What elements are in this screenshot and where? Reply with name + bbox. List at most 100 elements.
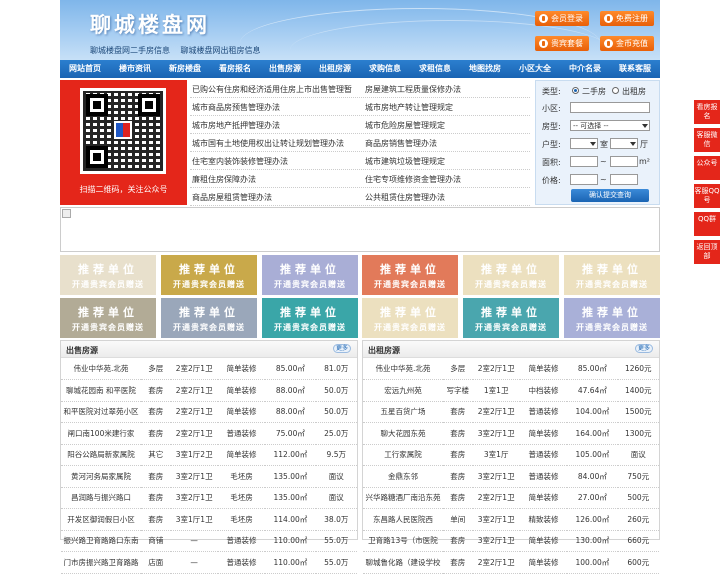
- listing-name-link[interactable]: 金鼎东邻: [363, 465, 443, 488]
- listing-name-link[interactable]: 开发区御润假日小区: [61, 508, 141, 531]
- table-row[interactable]: 门市房振兴路卫育路路 店面 — 普通装修 110.00㎡ 55.0万: [61, 551, 357, 574]
- promo-tile[interactable]: 推荐单位 开通贵宾会员赠送: [564, 255, 660, 295]
- listing-name-link[interactable]: 阳谷公路局新家属院: [61, 444, 141, 466]
- nav-for-rent[interactable]: 出租房源: [310, 60, 360, 78]
- table-row[interactable]: 工行家属院 套房 3室1厅 普通装修 105.00㎡ 面议: [363, 444, 659, 466]
- submit-search-button[interactable]: 确认提交查询: [571, 189, 649, 202]
- promo-tile[interactable]: 推荐单位 开通贵宾会员赠送: [161, 255, 257, 295]
- nav-viewing-signup[interactable]: 看房报名: [210, 60, 260, 78]
- table-row[interactable]: 宏远九州苑 写字楼 1室1卫 中档装修 47.64㎡ 1400元: [363, 379, 659, 402]
- table-row[interactable]: 五星百货广场 套房 2室2厅1卫 普通装修 104.00㎡ 1500元: [363, 401, 659, 423]
- nav-home[interactable]: 网站首页: [60, 60, 110, 78]
- table-row[interactable]: 阳谷公路局新家属院 其它 3室1厅2卫 简单装修 112.00㎡ 9.5万: [61, 444, 357, 466]
- area-min-input[interactable]: [570, 156, 598, 167]
- policy-link[interactable]: 城市房地产转让管理规定: [365, 102, 453, 113]
- policy-link[interactable]: 商品房屋租赁管理办法: [192, 192, 272, 203]
- listing-name-link[interactable]: 伟业中华苑.北苑: [61, 358, 141, 380]
- policy-link[interactable]: 城市危险房屋管理规定: [365, 120, 445, 131]
- nav-news[interactable]: 楼市资讯: [110, 60, 160, 78]
- policy-link[interactable]: 房屋建筑工程质量保修办法: [365, 84, 461, 95]
- policy-link[interactable]: 城市建筑垃圾管理规定: [365, 156, 445, 167]
- promo-tile[interactable]: 推荐单位 开通贵宾会员赠送: [262, 255, 358, 295]
- listing-name-link[interactable]: 东昌路人民医院西: [363, 508, 443, 531]
- table-row[interactable]: 振兴路卫育路路口东南 商铺 — 普通装修 110.00㎡ 55.0万: [61, 530, 357, 552]
- listing-name-link[interactable]: 聊城鲁化路（建设学校: [363, 551, 443, 574]
- table-row[interactable]: 伟业中华苑.北苑 多层 2室2厅1卫 简单装修 85.00㎡ 81.0万: [61, 358, 357, 380]
- listing-name-link[interactable]: 黄河河务局家属院: [61, 465, 141, 488]
- community-input[interactable]: [570, 102, 650, 113]
- promo-tile[interactable]: 推荐单位 开通贵宾会员赠送: [564, 298, 660, 338]
- wechat-support-float[interactable]: 客服微信: [694, 128, 720, 152]
- listing-name-link[interactable]: 卫育路13号（市医院: [363, 530, 443, 552]
- table-row[interactable]: 伟业中华苑.北苑 多层 2室2厅1卫 简单装修 85.00㎡ 1260元: [363, 358, 659, 380]
- viewing-signup-float[interactable]: 看房报名: [694, 100, 720, 124]
- more-button[interactable]: 更多: [635, 344, 653, 353]
- table-row[interactable]: 黄河河务局家属院 套房 3室2厅1卫 毛坯房 135.00㎡ 面议: [61, 465, 357, 488]
- hall-select[interactable]: [610, 138, 638, 149]
- listing-name-link[interactable]: 昌润路与振兴路口: [61, 487, 141, 509]
- free-register-button[interactable]: 免费注册: [600, 11, 654, 26]
- promo-tile[interactable]: 推荐单位 开通贵宾会员赠送: [362, 255, 458, 295]
- nav-agents[interactable]: 中介名录: [560, 60, 610, 78]
- table-row[interactable]: 闸口南100米建行家 套房 2室2厅1卫 普通装修 75.00㎡ 25.0万: [61, 422, 357, 445]
- qq-group-float[interactable]: QQ群: [694, 212, 720, 236]
- room-select[interactable]: [570, 138, 598, 149]
- site-title[interactable]: 聊城楼盘网: [90, 9, 210, 39]
- nav-support[interactable]: 联系客服: [610, 60, 660, 78]
- house-type-select[interactable]: -- 可选择 --: [570, 120, 650, 131]
- nav-map-search[interactable]: 地图找房: [460, 60, 510, 78]
- listing-name-link[interactable]: 兴华路糖酒厂南沿东苑: [363, 487, 443, 509]
- table-row[interactable]: 卫育路13号（市医院 套房 3室2厅1卫 简单装修 130.00㎡ 660元: [363, 530, 659, 552]
- policy-link[interactable]: 廉租住房保障办法: [192, 174, 256, 185]
- policy-link[interactable]: 公共租赁住房管理办法: [365, 192, 445, 203]
- listing-name-link[interactable]: 振兴路卫育路路口东南: [61, 530, 141, 552]
- nav-for-sale[interactable]: 出售房源: [260, 60, 310, 78]
- policy-link[interactable]: 住宅室内装饰装修管理办法: [192, 156, 288, 167]
- listing-name-link[interactable]: 和平医院对过翠苑小区: [61, 401, 141, 423]
- listing-name-link[interactable]: 闸口南100米建行家: [61, 422, 141, 445]
- listing-name-link[interactable]: 工行家属院: [363, 444, 443, 466]
- table-row[interactable]: 金鼎东邻 套房 3室2厅1卫 普通装修 84.00㎡ 750元: [363, 465, 659, 488]
- back-to-top-float[interactable]: 返回顶部: [694, 240, 720, 264]
- policy-link[interactable]: 已购公有住房和经济适用住房上市出售管理暂: [192, 84, 352, 95]
- policy-link[interactable]: 住宅专项维修资金管理办法: [365, 174, 461, 185]
- listing-name-link[interactable]: 聊大花园东苑: [363, 422, 443, 445]
- nav-communities[interactable]: 小区大全: [510, 60, 560, 78]
- nav-new-homes[interactable]: 新房楼盘: [160, 60, 210, 78]
- listing-name-link[interactable]: 门市房振兴路卫育路路: [61, 551, 141, 574]
- radio-rent[interactable]: [612, 87, 619, 94]
- promo-tile[interactable]: 推荐单位 开通贵宾会员赠送: [60, 298, 156, 338]
- subtitle-link-sale[interactable]: 聊城楼盘网二手房信息: [90, 46, 170, 55]
- listing-name-link[interactable]: 聊城花园南 和平医院: [61, 379, 141, 402]
- listing-name-link[interactable]: 宏远九州苑: [363, 379, 443, 402]
- member-login-button[interactable]: 会员登录: [535, 11, 589, 26]
- policy-link[interactable]: 城市国有土地使用权出让转让规划管理办法: [192, 138, 344, 149]
- nav-want-rent[interactable]: 求租信息: [410, 60, 460, 78]
- price-min-input[interactable]: [570, 174, 598, 185]
- table-row[interactable]: 开发区御润假日小区 套房 3室1厅1卫 毛坯房 114.00㎡ 38.0万: [61, 508, 357, 531]
- official-account-float[interactable]: 公众号: [694, 156, 720, 180]
- table-row[interactable]: 东昌路人民医院西 单间 3室2厅1卫 精致装修 126.00㎡ 260元: [363, 508, 659, 531]
- listing-name-link[interactable]: 伟业中华苑.北苑: [363, 358, 443, 380]
- ad-banner[interactable]: [60, 207, 660, 252]
- table-row[interactable]: 聊城鲁化路（建设学校 套房 2室2厅1卫 简单装修 100.00㎡ 600元: [363, 551, 659, 574]
- promo-tile[interactable]: 推荐单位 开通贵宾会员赠送: [463, 298, 559, 338]
- table-row[interactable]: 聊城花园南 和平医院 套房 2室2厅1卫 简单装修 88.00㎡ 50.0万: [61, 379, 357, 402]
- price-max-input[interactable]: [610, 174, 638, 185]
- promo-tile[interactable]: 推荐单位 开通贵宾会员赠送: [161, 298, 257, 338]
- policy-link[interactable]: 商品房销售管理办法: [365, 138, 437, 149]
- vip-package-button[interactable]: 贵宾套餐: [535, 36, 589, 51]
- coin-recharge-button[interactable]: 金币充值: [600, 36, 654, 51]
- promo-tile[interactable]: 推荐单位 开通贵宾会员赠送: [362, 298, 458, 338]
- promo-tile[interactable]: 推荐单位 开通贵宾会员赠送: [463, 255, 559, 295]
- listing-name-link[interactable]: 五星百货广场: [363, 401, 443, 423]
- policy-link[interactable]: 城市房地产抵押管理办法: [192, 120, 280, 131]
- table-row[interactable]: 聊大花园东苑 套房 3室2厅1卫 简单装修 164.00㎡ 1300元: [363, 422, 659, 445]
- promo-tile[interactable]: 推荐单位 开通贵宾会员赠送: [262, 298, 358, 338]
- table-row[interactable]: 兴华路糖酒厂南沿东苑 套房 2室2厅1卫 简单装修 27.00㎡ 500元: [363, 487, 659, 509]
- qq-support-float[interactable]: 客服QQ号: [694, 184, 720, 208]
- promo-tile[interactable]: 推荐单位 开通贵宾会员赠送: [60, 255, 156, 295]
- more-button[interactable]: 更多: [333, 344, 351, 353]
- table-row[interactable]: 和平医院对过翠苑小区 套房 2室2厅1卫 简单装修 88.00㎡ 50.0万: [61, 401, 357, 423]
- policy-link[interactable]: 城市商品房预售管理办法: [192, 102, 280, 113]
